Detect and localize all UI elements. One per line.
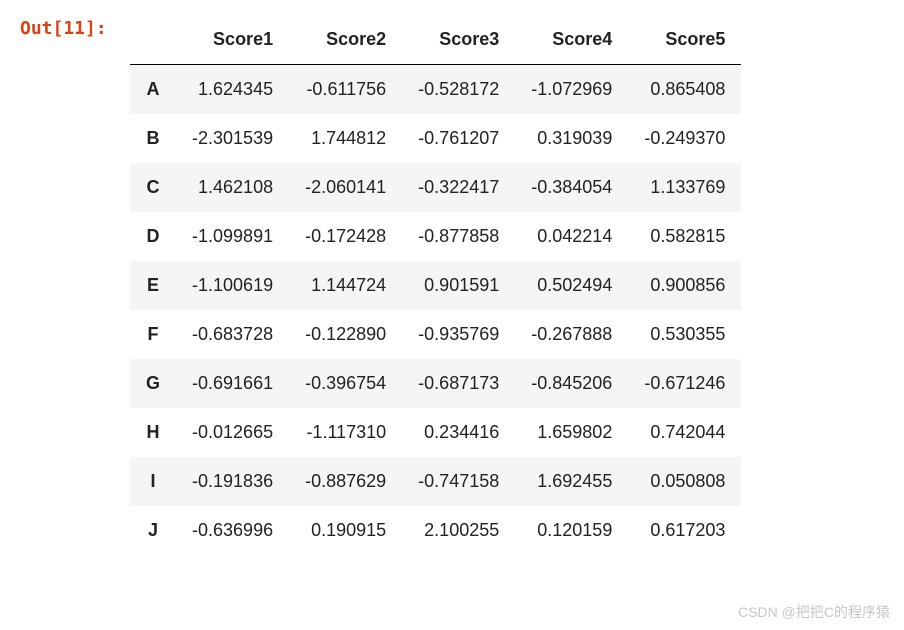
table-cell: 0.582815 xyxy=(628,212,741,261)
table-cell: -0.396754 xyxy=(289,359,402,408)
table-cell: -0.687173 xyxy=(402,359,515,408)
table-row: J -0.636996 0.190915 2.100255 0.120159 0… xyxy=(130,506,741,555)
row-index: J xyxy=(130,506,176,555)
row-index: A xyxy=(130,65,176,115)
watermark: CSDN @把把C的程序猿 xyxy=(738,602,890,622)
row-index: G xyxy=(130,359,176,408)
column-header: Score1 xyxy=(176,15,289,65)
table-cell: 2.100255 xyxy=(402,506,515,555)
table-cell: -0.761207 xyxy=(402,114,515,163)
column-header: Score4 xyxy=(515,15,628,65)
table-row: D -1.099891 -0.172428 -0.877858 0.042214… xyxy=(130,212,741,261)
table-cell: 1.462108 xyxy=(176,163,289,212)
table-cell: 1.144724 xyxy=(289,261,402,310)
table-cell: -0.249370 xyxy=(628,114,741,163)
table-cell: 0.901591 xyxy=(402,261,515,310)
table-cell: 0.319039 xyxy=(515,114,628,163)
table-cell: -2.301539 xyxy=(176,114,289,163)
table-cell: -0.877858 xyxy=(402,212,515,261)
table-row: F -0.683728 -0.122890 -0.935769 -0.26788… xyxy=(130,310,741,359)
row-index: H xyxy=(130,408,176,457)
table-cell: 0.502494 xyxy=(515,261,628,310)
table-cell: -0.611756 xyxy=(289,65,402,115)
table-cell: -0.845206 xyxy=(515,359,628,408)
table-cell: -1.072969 xyxy=(515,65,628,115)
table-cell: -0.172428 xyxy=(289,212,402,261)
table-cell: 1.659802 xyxy=(515,408,628,457)
table-cell: -0.191836 xyxy=(176,457,289,506)
table-cell: -0.012665 xyxy=(176,408,289,457)
row-index: B xyxy=(130,114,176,163)
column-header: Score5 xyxy=(628,15,741,65)
output-prompt: Out[11]: xyxy=(20,15,130,39)
row-index: D xyxy=(130,212,176,261)
table-cell: 0.190915 xyxy=(289,506,402,555)
table-row: A 1.624345 -0.611756 -0.528172 -1.072969… xyxy=(130,65,741,115)
table-row: B -2.301539 1.744812 -0.761207 0.319039 … xyxy=(130,114,741,163)
table-row: I -0.191836 -0.887629 -0.747158 1.692455… xyxy=(130,457,741,506)
table-cell: 0.120159 xyxy=(515,506,628,555)
table-cell: 1.624345 xyxy=(176,65,289,115)
table-row: H -0.012665 -1.117310 0.234416 1.659802 … xyxy=(130,408,741,457)
dataframe-table: Score1 Score2 Score3 Score4 Score5 A 1.6… xyxy=(130,15,741,555)
table-cell: -0.683728 xyxy=(176,310,289,359)
table-cell: 1.692455 xyxy=(515,457,628,506)
table-cell: -0.691661 xyxy=(176,359,289,408)
row-index: C xyxy=(130,163,176,212)
row-index: E xyxy=(130,261,176,310)
table-cell: -1.117310 xyxy=(289,408,402,457)
table-cell: 1.133769 xyxy=(628,163,741,212)
table-cell: 0.742044 xyxy=(628,408,741,457)
output-container: Out[11]: Score1 Score2 Score3 Score4 Sco… xyxy=(20,15,884,555)
table-header-row: Score1 Score2 Score3 Score4 Score5 xyxy=(130,15,741,65)
table-cell: 0.865408 xyxy=(628,65,741,115)
row-index: F xyxy=(130,310,176,359)
table-cell: 0.900856 xyxy=(628,261,741,310)
table-cell: -0.267888 xyxy=(515,310,628,359)
table-row: C 1.462108 -2.060141 -0.322417 -0.384054… xyxy=(130,163,741,212)
table-cell: -1.099891 xyxy=(176,212,289,261)
table-cell: -2.060141 xyxy=(289,163,402,212)
table-cell: -0.122890 xyxy=(289,310,402,359)
table-cell: -1.100619 xyxy=(176,261,289,310)
table-cell: 0.042214 xyxy=(515,212,628,261)
row-index: I xyxy=(130,457,176,506)
table-cell: 1.744812 xyxy=(289,114,402,163)
table-cell: -0.322417 xyxy=(402,163,515,212)
output-area: Score1 Score2 Score3 Score4 Score5 A 1.6… xyxy=(130,15,884,555)
table-cell: -0.384054 xyxy=(515,163,628,212)
table-header-blank xyxy=(130,15,176,65)
table-cell: -0.671246 xyxy=(628,359,741,408)
table-row: E -1.100619 1.144724 0.901591 0.502494 0… xyxy=(130,261,741,310)
table-cell: -0.935769 xyxy=(402,310,515,359)
column-header: Score2 xyxy=(289,15,402,65)
table-cell: -0.636996 xyxy=(176,506,289,555)
table-cell: -0.887629 xyxy=(289,457,402,506)
table-cell: 0.530355 xyxy=(628,310,741,359)
table-cell: -0.528172 xyxy=(402,65,515,115)
table-row: G -0.691661 -0.396754 -0.687173 -0.84520… xyxy=(130,359,741,408)
table-cell: -0.747158 xyxy=(402,457,515,506)
table-cell: 0.050808 xyxy=(628,457,741,506)
column-header: Score3 xyxy=(402,15,515,65)
table-cell: 0.617203 xyxy=(628,506,741,555)
table-cell: 0.234416 xyxy=(402,408,515,457)
